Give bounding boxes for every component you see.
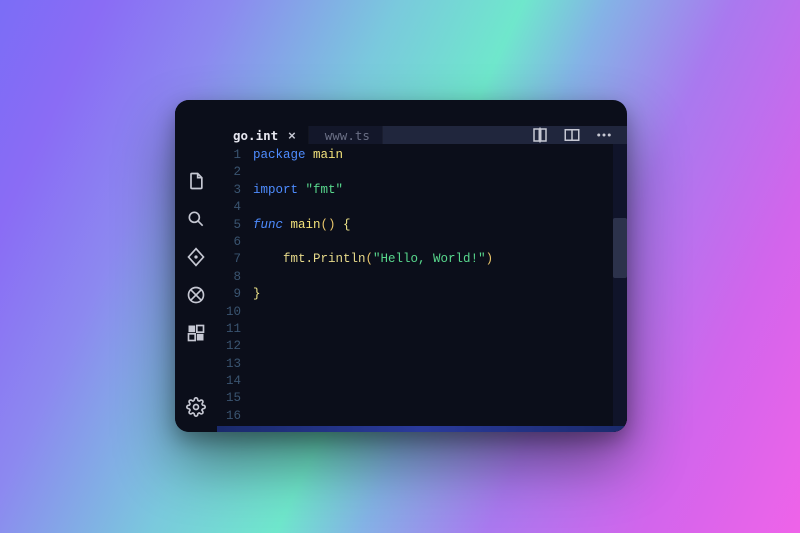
extensions-icon[interactable] [185, 322, 207, 344]
tab-bar: go.int × www.ts [217, 126, 627, 144]
more-icon[interactable] [595, 126, 613, 144]
source-control-icon[interactable] [185, 246, 207, 268]
tab-go-int[interactable]: go.int × [217, 126, 309, 144]
minimap[interactable] [613, 144, 627, 432]
split-editor-icon[interactable] [563, 126, 581, 144]
code-area[interactable]: 123456789101112131415161718 package main… [217, 144, 627, 432]
settings-icon[interactable] [185, 396, 207, 418]
line-gutter: 123456789101112131415161718 [217, 144, 247, 432]
code-content[interactable]: package mainimport "fmt"func main() { fm… [247, 144, 627, 432]
editor-main: go.int × www.ts 123456789101112131415161… [217, 100, 627, 432]
compare-icon[interactable] [531, 126, 549, 144]
close-icon[interactable]: × [288, 128, 296, 143]
tab-actions [383, 126, 627, 144]
activity-bar [175, 100, 217, 432]
debug-icon[interactable] [185, 284, 207, 306]
status-bar [217, 426, 627, 432]
tab-label: www.ts [325, 128, 370, 143]
tab-www-ts[interactable]: www.ts [309, 126, 383, 144]
tab-label: go.int [233, 128, 278, 143]
search-icon[interactable] [185, 208, 207, 230]
files-icon[interactable] [185, 170, 207, 192]
editor-window: go.int × www.ts 123456789101112131415161… [175, 100, 627, 432]
